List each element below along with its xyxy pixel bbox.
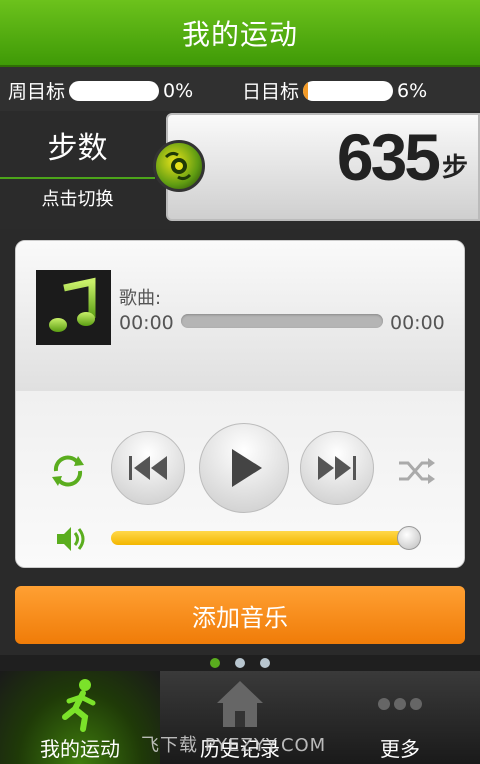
daily-goal-percent: 6% [397,79,428,102]
tab-my-sport[interactable]: 我的运动 [0,671,160,764]
tab-more[interactable]: 更多 [320,671,480,764]
page-title: 我的运动 [181,17,298,51]
house-icon [217,681,263,727]
more-dots-icon [378,698,422,710]
steps-display: 635 步 [166,113,480,221]
seek-bar[interactable] [181,314,383,328]
daily-goal: 日目标 6% [242,77,427,104]
music-player: 歌曲: 00:00 00:00 [15,240,465,568]
steps-count: 635 [336,120,441,194]
page-indicator [0,655,480,671]
daily-goal-progress-bar [303,80,394,101]
mode-switch-knob-icon[interactable] [153,140,205,192]
album-art-music-note-icon [36,270,111,345]
weekly-goal-progress-bar [69,80,160,101]
weekly-goal-percent: 0% [163,79,194,102]
switch-hint: 点击切换 [41,189,114,210]
volume-icon [54,524,88,554]
weekly-goal-label: 周目标 [8,81,66,103]
shuffle-icon[interactable] [396,455,436,487]
tab-label: 更多 [380,737,420,761]
page-dot[interactable] [260,658,270,668]
next-icon [318,456,356,480]
weekly-goal: 周目标 0% [8,77,193,104]
mode-switch[interactable]: 步数 点击切换 [0,123,155,211]
page-dot[interactable] [235,658,245,668]
steps-unit: 步 [441,153,468,183]
watermark-text: 飞下载 PYEZYY.COM [141,735,327,756]
previous-icon [129,456,167,480]
app-header: 我的运动 [0,0,480,67]
song-label: 歌曲: [119,288,162,309]
volume-slider[interactable] [111,531,411,545]
mode-label: 步数 [47,131,108,166]
mode-divider [0,177,155,179]
goals-row: 周目标 0% 日目标 6% [0,67,480,111]
add-music-button[interactable]: 添加音乐 [15,586,465,644]
page-dot-active[interactable] [210,658,220,668]
time-total: 00:00 [390,312,445,334]
previous-button[interactable] [111,431,185,505]
runner-icon [62,679,96,732]
tab-label: 我的运动 [40,737,120,761]
play-button[interactable] [199,423,289,513]
volume-slider-handle[interactable] [397,526,421,550]
track-info: 歌曲: 00:00 00:00 [16,241,464,391]
time-elapsed: 00:00 [119,312,174,334]
steps-section: 步数 点击切换 635 步 [0,111,480,229]
repeat-icon[interactable] [48,451,88,491]
play-icon [232,449,262,487]
daily-goal-label: 日目标 [242,81,300,103]
next-button[interactable] [300,431,374,505]
daily-goal-progress-fill [303,80,309,101]
